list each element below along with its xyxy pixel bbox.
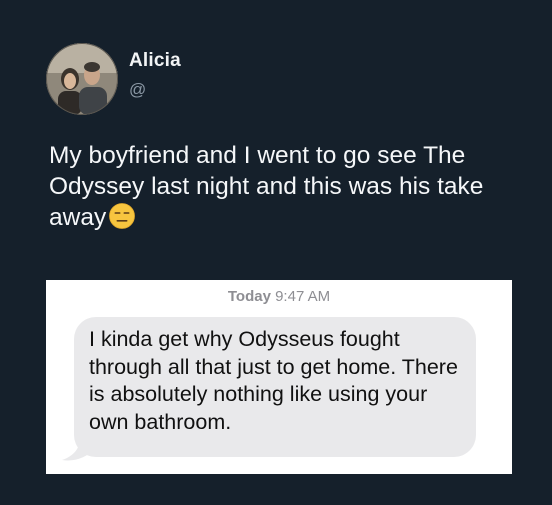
avatar-photo <box>46 43 118 115</box>
avatar[interactable] <box>46 43 118 115</box>
timestamp-day: Today <box>227 288 271 305</box>
message-text: I kinda get why Odysseus fought through … <box>89 327 458 434</box>
tweet-text: My boyfriend and I went to go see The Od… <box>49 140 519 233</box>
tweet-card: Alicia @ My boyfriend and I went to go s… <box>0 0 552 505</box>
message-timestamp: Today 9:47 AM <box>46 288 512 305</box>
author-handle[interactable]: @ <box>129 80 146 100</box>
timestamp-time: 9:47 AM <box>275 288 331 305</box>
author-name[interactable]: Alicia <box>129 50 181 72</box>
expressionless-face-icon <box>109 203 136 229</box>
